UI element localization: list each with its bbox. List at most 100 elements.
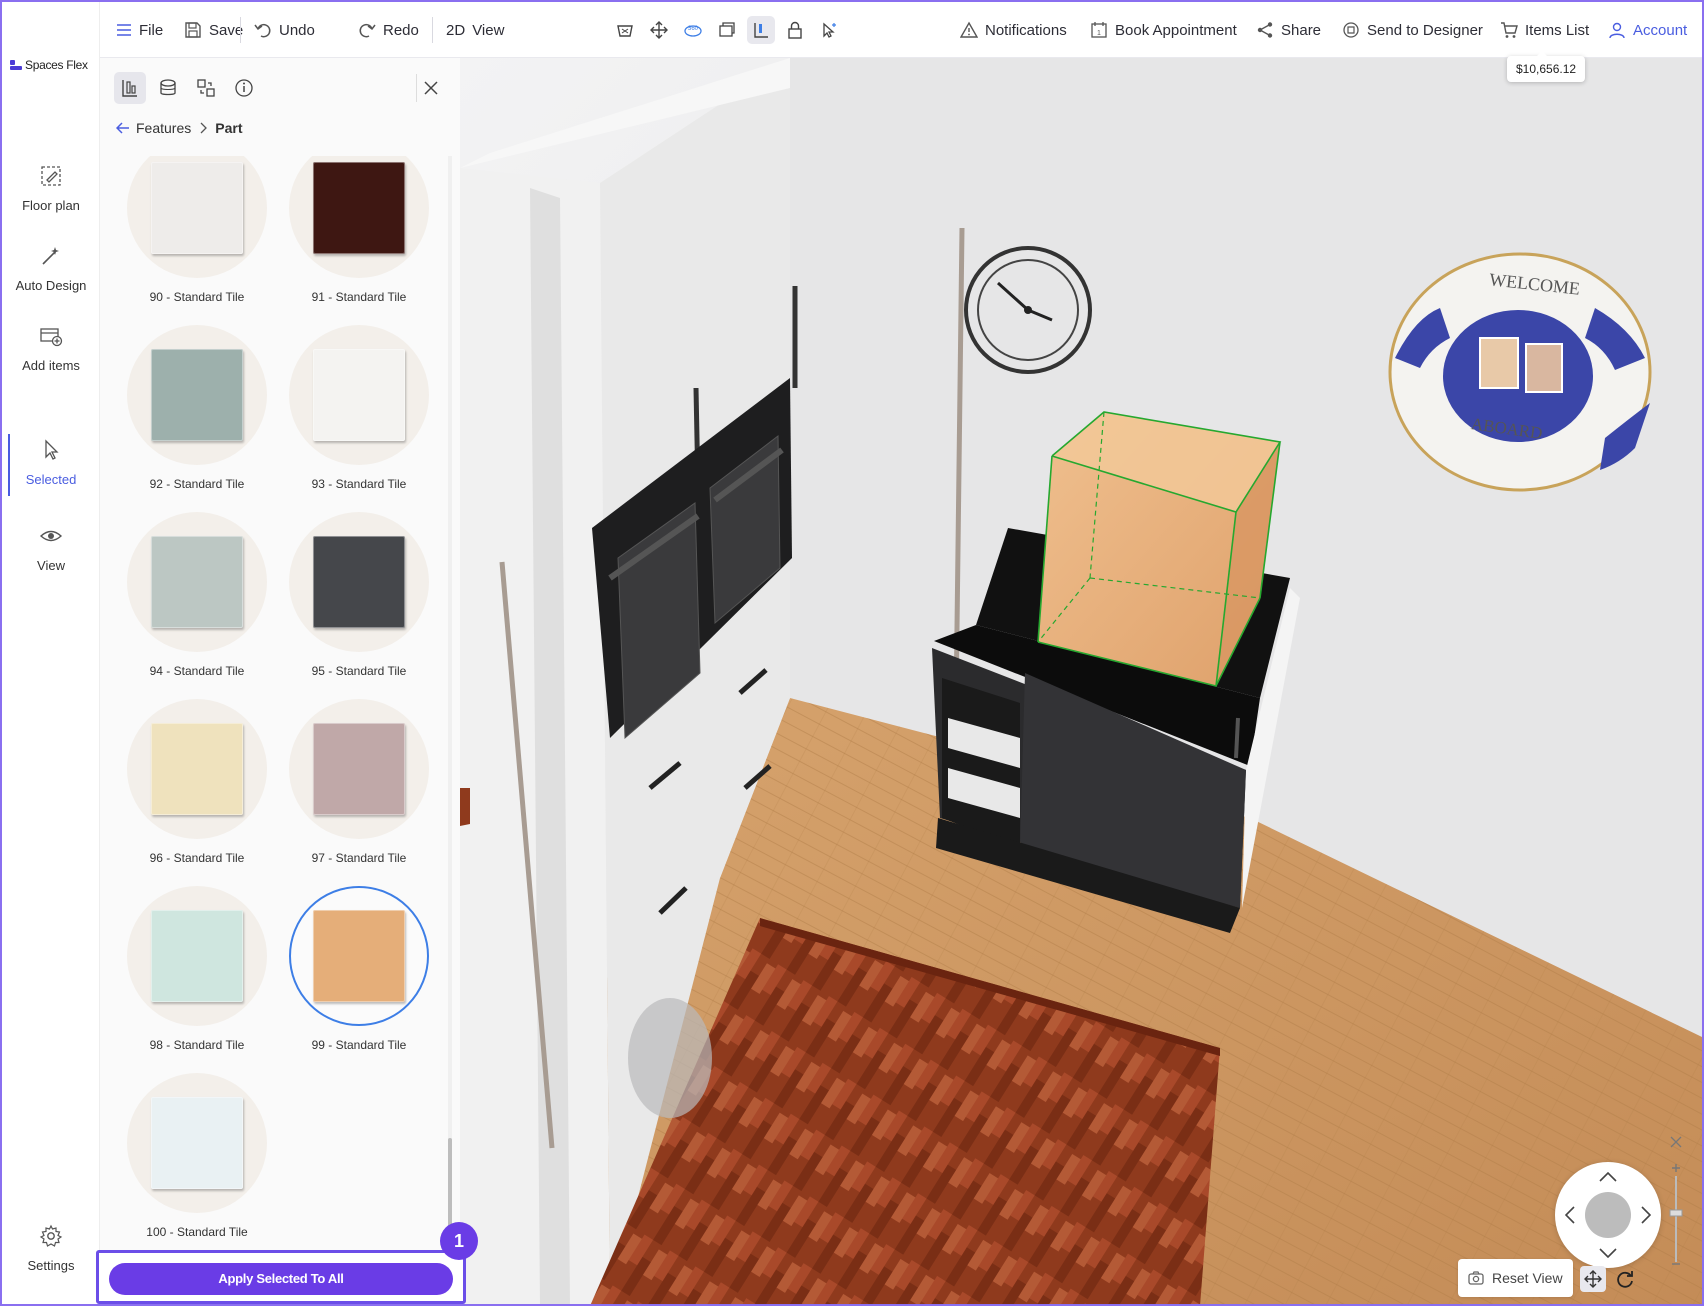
tile-swatch xyxy=(151,910,243,1002)
close-panel-button[interactable] xyxy=(416,74,444,102)
material-tile[interactable]: 91 - Standard Tile xyxy=(279,156,439,325)
nav-right-button[interactable] xyxy=(1635,1204,1657,1226)
items-list-button[interactable]: Items List xyxy=(1500,18,1589,42)
tile-thumbnail[interactable] xyxy=(127,156,267,278)
tab-materials[interactable] xyxy=(152,72,184,104)
tab-info[interactable] xyxy=(228,72,260,104)
tile-label: 95 - Standard Tile xyxy=(311,664,407,678)
rail-item-label: Selected xyxy=(25,472,77,487)
items-list-label: Items List xyxy=(1525,21,1590,39)
svg-text:360: 360 xyxy=(688,26,699,32)
share-button[interactable]: Share xyxy=(1256,18,1321,42)
material-tile[interactable]: 93 - Standard Tile xyxy=(279,325,439,512)
rail-item-auto-design[interactable]: Auto Design xyxy=(2,244,100,293)
navigation-pad xyxy=(1555,1162,1661,1268)
chevron-right-icon xyxy=(1641,1206,1651,1224)
move-tool[interactable] xyxy=(645,16,673,44)
tile-thumbnail[interactable] xyxy=(127,1073,267,1213)
apply-selected-to-all-button[interactable]: Apply Selected To All xyxy=(109,1263,453,1295)
measure-tool[interactable] xyxy=(747,16,775,44)
tile-thumbnail[interactable] xyxy=(127,699,267,839)
camera-reset-icon xyxy=(1468,1271,1484,1285)
material-tile[interactable]: 99 - Standard Tile xyxy=(279,886,439,1073)
tile-grid: 90 - Standard Tile 91 - Standard Tile 92 -… xyxy=(100,156,448,1266)
tile-thumbnail[interactable] xyxy=(127,325,267,465)
tile-swatch xyxy=(313,349,405,441)
app-logo[interactable]: Spaces Flex xyxy=(10,58,88,72)
layers-tool[interactable] xyxy=(713,16,741,44)
chevron-down-icon xyxy=(1599,1248,1617,1258)
undo-icon xyxy=(254,23,271,38)
scrollbar-track[interactable] xyxy=(448,156,452,1206)
material-tile[interactable]: 97 - Standard Tile xyxy=(279,699,439,886)
tile-thumbnail[interactable] xyxy=(127,886,267,1026)
book-appointment-button[interactable]: 1 Book Appointment xyxy=(1090,18,1237,42)
rail-item-selected[interactable]: Selected xyxy=(2,438,100,487)
nav-down-button[interactable] xyxy=(1597,1242,1619,1264)
designer-icon xyxy=(1343,22,1359,38)
material-tile[interactable]: 95 - Standard Tile xyxy=(279,512,439,699)
rail-item-settings[interactable]: Settings xyxy=(2,1224,100,1273)
material-tile[interactable]: 90 - Standard Tile xyxy=(117,156,277,325)
tile-thumbnail[interactable] xyxy=(289,886,429,1026)
zoom-slider[interactable] xyxy=(1666,1134,1686,1270)
account-button[interactable]: Account xyxy=(1608,18,1687,42)
tile-thumbnail[interactable] xyxy=(289,325,429,465)
material-tile[interactable]: 100 - Standard Tile xyxy=(117,1073,277,1260)
pan-mode-button[interactable] xyxy=(1580,1266,1606,1292)
material-tile[interactable]: 92 - Standard Tile xyxy=(117,325,277,512)
back-button[interactable]: Features xyxy=(116,120,191,136)
logo-mark-icon xyxy=(10,60,22,70)
lock-tool[interactable] xyxy=(781,16,809,44)
undo-button[interactable]: Undo xyxy=(254,18,315,42)
3d-viewport[interactable]: WELCOME ABOARD xyxy=(460,58,1702,1304)
tile-thumbnail[interactable] xyxy=(289,699,429,839)
nav-center-button[interactable] xyxy=(1585,1192,1631,1238)
redo-button[interactable]: Redo xyxy=(358,18,419,42)
tab-replace[interactable] xyxy=(190,72,222,104)
tile-thumbnail[interactable] xyxy=(289,156,429,278)
warning-icon xyxy=(960,21,978,38)
material-tile[interactable]: 96 - Standard Tile xyxy=(117,699,277,886)
material-tile[interactable]: 94 - Standard Tile xyxy=(117,512,277,699)
tile-swatch xyxy=(151,1097,243,1189)
view-360-tool[interactable]: 360 xyxy=(679,16,707,44)
tile-thumbnail[interactable] xyxy=(289,512,429,652)
select-pointer-icon xyxy=(823,22,836,38)
basket-tool[interactable] xyxy=(611,16,639,44)
save-button[interactable]: Save xyxy=(184,18,243,42)
notifications-button[interactable]: Notifications xyxy=(960,18,1067,42)
tile-label: 91 - Standard Tile xyxy=(311,290,407,304)
top-toolbar: File Save Undo Redo 2D View 360 Notifica… xyxy=(100,2,1702,58)
rail-item-floor-plan[interactable]: Floor plan xyxy=(2,164,100,213)
view-360-icon: 360 xyxy=(684,25,702,37)
room-scene: WELCOME ABOARD xyxy=(460,58,1702,1304)
nav-left-button[interactable] xyxy=(1559,1204,1581,1226)
undo-label: Undo xyxy=(279,21,315,39)
rail-item-add-items[interactable]: Add items xyxy=(2,324,100,373)
basket-icon xyxy=(617,25,633,37)
send-to-designer-button[interactable]: Send to Designer xyxy=(1342,18,1483,42)
file-menu-button[interactable]: File xyxy=(116,18,163,42)
orbit-mode-button[interactable] xyxy=(1612,1266,1638,1292)
lock-icon xyxy=(788,21,802,39)
nav-up-button[interactable] xyxy=(1597,1166,1619,1188)
redo-label: Redo xyxy=(383,21,419,39)
tile-label: 90 - Standard Tile xyxy=(149,290,245,304)
reset-view-button[interactable]: Reset View xyxy=(1458,1259,1573,1297)
arrow-left-icon xyxy=(116,122,129,134)
properties-icon xyxy=(122,80,137,97)
material-tile[interactable]: 98 - Standard Tile xyxy=(117,886,277,1073)
info-icon xyxy=(235,79,253,97)
move-arrows-icon xyxy=(650,21,668,39)
rail-item-view[interactable]: View xyxy=(2,524,100,573)
notifications-label: Notifications xyxy=(985,21,1067,39)
select-tool[interactable] xyxy=(815,16,843,44)
view-2d-toggle[interactable]: 2D View xyxy=(446,18,504,42)
calendar-icon: 1 xyxy=(1091,22,1107,38)
breadcrumb-parent[interactable]: Features xyxy=(136,120,191,136)
tab-properties[interactable] xyxy=(114,72,146,104)
layers-icon xyxy=(719,22,735,37)
tile-swatch xyxy=(151,536,243,628)
tile-thumbnail[interactable] xyxy=(127,512,267,652)
